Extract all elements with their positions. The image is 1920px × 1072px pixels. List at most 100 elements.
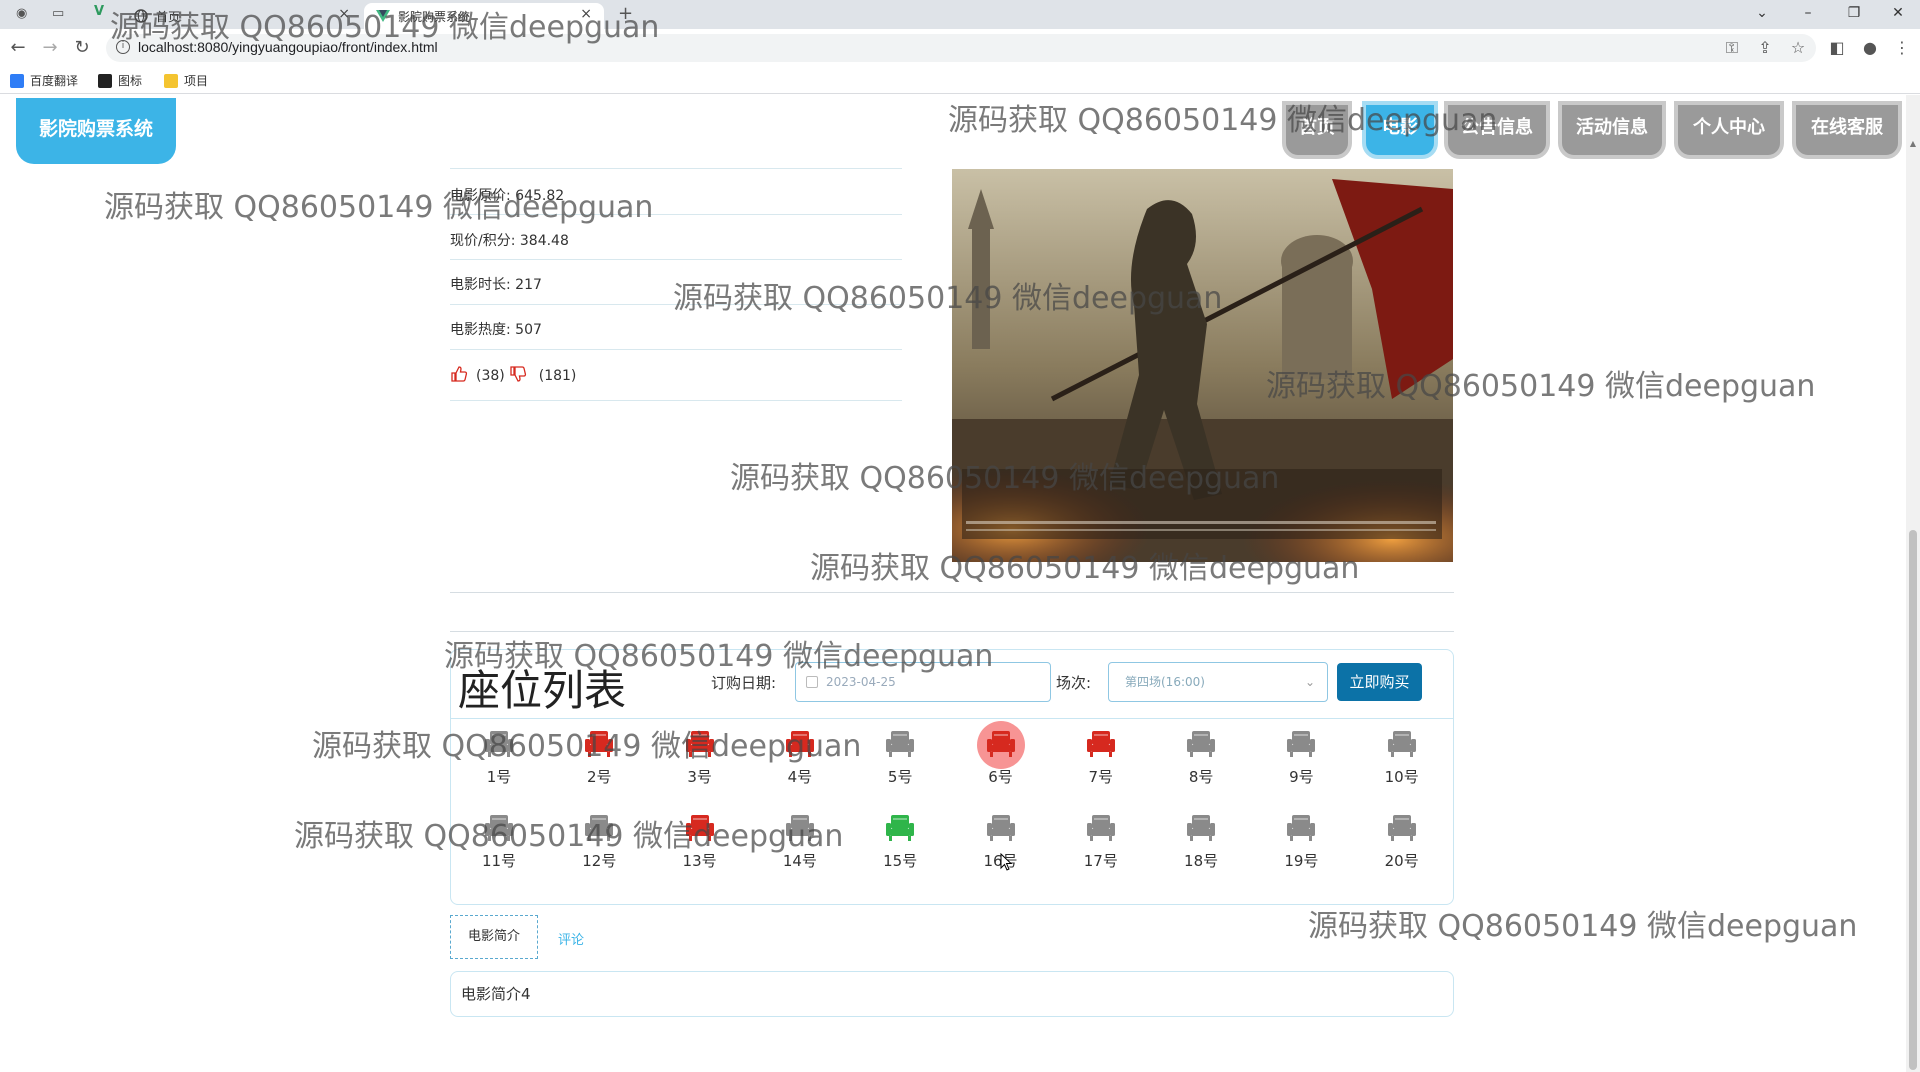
bookmark-project[interactable]: 项目 [164,72,208,89]
dislike-count: (181) [538,368,577,384]
seat-sold[interactable]: 4号 [770,730,830,787]
restore-button[interactable]: ❐ [1832,2,1876,26]
seat-number: 5号 [887,768,913,786]
more-menu-icon[interactable]: ⋮ [1892,38,1912,57]
tab-search-icon[interactable]: ◉ [16,6,27,21]
url-field[interactable]: i localhost:8080/yingyuangoupiao/front/i… [106,34,1816,62]
seat-number: 10号 [1384,768,1419,786]
armchair-icon [886,815,915,841]
armchair-icon [1086,731,1115,757]
movie-poster [952,169,1453,562]
like-count: (38) [476,368,505,384]
star-icon[interactable]: ☆ [1788,38,1808,57]
armchair-icon [685,815,714,841]
seat-available[interactable]: 14号 [770,814,830,871]
vue-tab-icon[interactable]: V [94,4,104,19]
bookmark-icons[interactable]: 图标 [98,72,142,89]
seat-number: 18号 [1184,852,1219,870]
seat-available[interactable]: 17号 [1071,814,1131,871]
seat-sold[interactable]: 13号 [670,814,730,871]
armchair-icon [1086,815,1115,841]
armchair-icon [886,731,915,757]
scroll-up-icon[interactable]: ▲ [1909,139,1917,148]
tab-preview-icon[interactable]: ▭ [52,6,64,21]
seat-available[interactable]: 18号 [1171,814,1231,871]
site-logo[interactable]: 影院购票系统 [16,98,176,164]
buy-now-button[interactable]: 立即购买 [1337,663,1422,701]
seat-sold[interactable]: 6号 [971,721,1031,787]
tab-movie-intro[interactable]: 电影简介 [450,915,538,959]
nav-profile[interactable]: 个人中心 [1674,101,1784,159]
minimize-button[interactable]: – [1786,2,1830,26]
nav-activity[interactable]: 活动信息 [1558,101,1666,159]
sidebar-icon[interactable]: ◧ [1827,38,1847,57]
close-icon[interactable]: × [580,6,592,22]
close-window-button[interactable]: ✕ [1876,2,1920,26]
chevron-down-icon[interactable]: ⌄ [1740,2,1784,26]
seat-number: 1号 [486,768,512,786]
page-scrollbar[interactable]: ▲ [1906,95,1920,1072]
seat-sold[interactable]: 2号 [569,730,629,787]
scroll-thumb[interactable] [1909,530,1917,1070]
seat-number: 17号 [1083,852,1118,870]
armchair-icon [485,731,513,757]
seat-available[interactable]: 1号 [469,730,529,787]
divider [450,304,902,305]
nav-home[interactable]: 首页 [1282,101,1352,159]
key-icon[interactable]: ⚿ [1722,38,1742,58]
share-icon[interactable]: ⇪ [1755,38,1775,57]
address-bar: ← → ↻ i localhost:8080/yingyuangoupiao/f… [0,29,1920,67]
seat-available[interactable]: 9号 [1271,730,1331,787]
heat: 电影热度: 507 [450,322,542,338]
tab-title: 首页 [156,9,181,24]
tab-comments[interactable]: 评论 [558,929,584,948]
back-arrow-icon[interactable]: ← [8,38,28,58]
seat-available[interactable]: 11号 [469,814,529,871]
watermark: 源码获取 QQ86050149 微信deepguan [104,190,654,225]
order-date-field[interactable]: 2023-04-25 [795,662,1051,702]
calendar-icon [806,676,818,688]
current-price: 现价/积分: 384.48 [450,233,569,249]
reload-icon[interactable]: ↻ [72,38,92,58]
chevron-down-icon: ⌄ [1304,675,1315,689]
seat-number: 2号 [587,768,612,786]
seat-available[interactable]: 19号 [1271,814,1331,871]
image-icon [98,73,112,88]
forward-arrow-icon[interactable]: → [40,38,60,58]
original-price: 电影原价: 645.82 [450,188,565,204]
seat-available[interactable]: 10号 [1372,730,1432,787]
seat-sold[interactable]: 3号 [670,730,730,787]
seat-available[interactable]: 5号 [870,730,930,787]
tab-cinema[interactable]: 影院购票系统 × [364,3,604,29]
seat-sold[interactable]: 7号 [1071,730,1131,787]
thumbs-down-icon[interactable] [509,365,527,387]
globe-icon [134,9,148,23]
seat-available[interactable]: 8号 [1171,730,1231,787]
seat-number: 8号 [1188,768,1214,786]
new-tab-button[interactable]: + [618,3,633,24]
thumbs-up-icon[interactable] [450,365,468,387]
seat-number: 19号 [1284,852,1319,870]
seat-number: 20号 [1384,852,1419,870]
profile-icon[interactable]: ● [1860,38,1880,57]
seat-number: 15号 [883,852,918,870]
seat-number: 6号 [988,768,1013,786]
seat-available[interactable]: 12号 [569,814,629,871]
divider [451,718,1453,719]
nav-movie[interactable]: 电影 [1362,101,1438,159]
armchair-icon [485,815,513,841]
tab-home[interactable]: 首页 × [122,3,362,29]
close-icon[interactable]: × [338,6,350,22]
armchair-icon [1387,731,1416,757]
session-select[interactable]: 第四场(16:00) ⌄ [1108,662,1328,702]
seat-available[interactable]: 20号 [1372,814,1432,871]
divider [450,631,1454,632]
seat-selected[interactable]: 15号 [870,814,930,871]
watermark: 源码获取 QQ86050149 微信deepguan [1308,909,1858,944]
info-icon[interactable]: i [116,40,130,54]
movie-intro-text: 电影简介4 [450,971,1454,1017]
nav-notice[interactable]: 公告信息 [1444,101,1550,159]
bookmark-baidu-translate[interactable]: 百度翻译 [10,72,78,89]
nav-customer-service[interactable]: 在线客服 [1792,101,1902,159]
order-date-value: 2023-04-25 [826,675,896,689]
